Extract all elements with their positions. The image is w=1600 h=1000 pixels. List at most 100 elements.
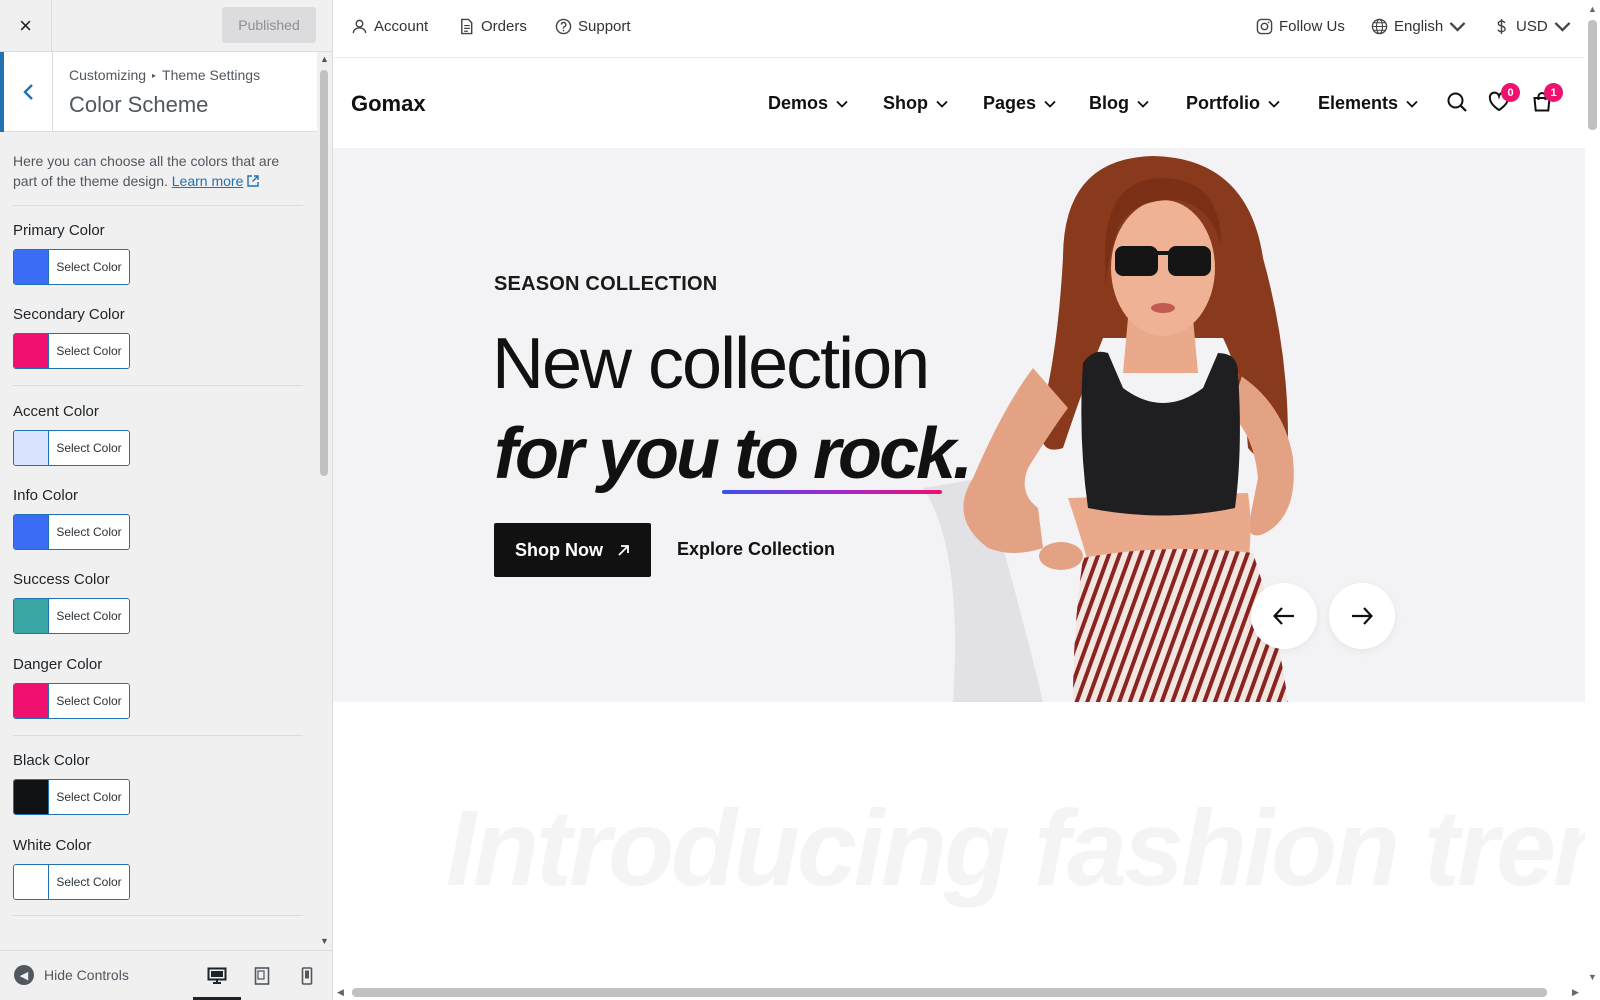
primary-color-picker-button[interactable]: Select Color [13, 249, 130, 285]
control-secondary-color: Secondary Color Select Color [13, 305, 303, 369]
language-label: English [1394, 18, 1444, 35]
accent-color-picker-button[interactable]: Select Color [13, 430, 130, 466]
nav-item-portfolio[interactable]: Portfolio [1186, 93, 1280, 114]
chevron-down-icon [936, 100, 948, 108]
hero-underline-accent [722, 490, 942, 494]
scroll-left-arrow-icon[interactable]: ◀ [337, 987, 344, 998]
control-label: Danger Color [13, 656, 103, 673]
control-accent-color: Accent Color Select Color [13, 402, 303, 466]
account-link[interactable]: Account [351, 18, 428, 35]
color-swatch [14, 250, 49, 284]
nav-label: Shop [883, 93, 928, 113]
breadcrumb: Customizing ▸ Theme Settings [69, 67, 260, 83]
site-preview: Account Orders Support Follow Us English… [333, 0, 1585, 985]
breadcrumb-parent: Theme Settings [162, 67, 261, 83]
color-swatch [14, 431, 49, 465]
control-label: Black Color [13, 752, 90, 769]
scroll-down-arrow-icon[interactable]: ▼ [320, 936, 329, 946]
select-color-label: Select Color [49, 599, 129, 633]
hero-heading-line2: for you to rock. [494, 414, 973, 494]
hide-controls-button[interactable]: ◀ Hide Controls [14, 965, 129, 985]
publish-button[interactable]: Published [222, 7, 316, 43]
control-label: Info Color [13, 487, 79, 504]
chevron-down-icon [1044, 100, 1056, 108]
customizer-panel: × Published Customizing ▸ Theme Settings C… [0, 0, 333, 1000]
success-color-picker-button[interactable]: Select Color [13, 598, 130, 634]
danger-color-picker-button[interactable]: Select Color [13, 683, 130, 719]
info-color-picker-button[interactable]: Select Color [13, 514, 130, 550]
control-black-color: Black Color Select Color [13, 751, 303, 815]
nav-label: Portfolio [1186, 93, 1260, 113]
currency-selector[interactable]: USD [1493, 18, 1571, 35]
nav-item-blog[interactable]: Blog [1089, 93, 1149, 114]
scroll-down-arrow-icon[interactable]: ▼ [1588, 972, 1597, 982]
language-selector[interactable]: English [1371, 18, 1466, 35]
preview-vertical-scrollbar[interactable] [1585, 0, 1600, 985]
instagram-icon [1256, 18, 1273, 35]
help-icon [555, 18, 572, 35]
search-icon[interactable] [1446, 91, 1468, 113]
section-header: Customizing ▸ Theme Settings Color Scheme [0, 52, 317, 132]
select-color-label: Select Color [49, 515, 129, 549]
nav-item-elements[interactable]: Elements [1318, 93, 1418, 114]
white-color-picker-button[interactable]: Select Color [13, 864, 130, 900]
arrow-up-right-icon [618, 544, 629, 556]
select-color-label: Select Color [49, 780, 129, 814]
nav-item-demos[interactable]: Demos [768, 93, 848, 114]
nav-item-shop[interactable]: Shop [883, 93, 948, 114]
mobile-icon[interactable] [294, 963, 320, 989]
hide-controls-label: Hide Controls [44, 967, 129, 983]
learn-more-link[interactable]: Learn more [172, 173, 244, 189]
control-label: Primary Color [13, 222, 105, 239]
customizer-footer: ◀ Hide Controls [0, 950, 332, 1000]
hero-slider: SEASON COLLECTION New collection for you… [333, 148, 1585, 702]
breadcrumb-separator: ▸ [152, 71, 157, 80]
back-icon[interactable] [0, 52, 53, 132]
scroll-right-arrow-icon[interactable]: ▶ [1572, 987, 1579, 998]
color-swatch [14, 334, 49, 368]
black-color-picker-button[interactable]: Select Color [13, 779, 130, 815]
color-swatch [14, 684, 49, 718]
breadcrumb-root: Customizing [69, 67, 147, 83]
chevron-down-icon [1449, 22, 1466, 32]
external-link-icon[interactable] [247, 175, 260, 187]
shop-now-button[interactable]: Shop Now [494, 523, 651, 577]
follow-us-label: Follow Us [1279, 18, 1345, 35]
scroll-up-arrow-icon[interactable]: ▲ [320, 54, 329, 64]
scroll-up-arrow-icon[interactable]: ▲ [1588, 4, 1597, 14]
color-swatch [14, 780, 49, 814]
control-danger-color: Danger Color Select Color [13, 655, 303, 719]
slider-prev-button[interactable] [1251, 583, 1317, 649]
preview-vertical-scroll-thumb[interactable] [1588, 20, 1597, 130]
desktop-icon[interactable] [204, 963, 230, 989]
explore-collection-link[interactable]: Explore Collection [677, 539, 835, 560]
secondary-color-picker-button[interactable]: Select Color [13, 333, 130, 369]
slider-next-button[interactable] [1329, 583, 1395, 649]
site-logo[interactable]: Gomax [351, 91, 426, 117]
panel-scrollbar-thumb[interactable] [320, 70, 328, 476]
chevron-down-icon [836, 100, 848, 108]
follow-us-link[interactable]: Follow Us [1256, 18, 1345, 35]
dollar-icon [1497, 18, 1506, 35]
orders-link[interactable]: Orders [458, 18, 527, 35]
preview-horizontal-scroll-thumb[interactable] [352, 988, 1547, 997]
divider [13, 205, 303, 206]
orders-label: Orders [481, 18, 527, 35]
close-icon[interactable]: × [0, 0, 52, 52]
color-swatch [14, 865, 49, 899]
controls-container: Here you can choose all the colors that … [0, 133, 317, 950]
main-navigation: Gomax Demos Shop Pages Blog Portfolio El… [333, 59, 1585, 148]
tablet-icon[interactable] [249, 963, 275, 989]
color-swatch [14, 515, 49, 549]
customizer-header: × Published [0, 0, 332, 52]
globe-icon [1371, 18, 1388, 35]
select-color-label: Select Color [49, 684, 129, 718]
hero-eyebrow: SEASON COLLECTION [494, 273, 718, 295]
chevron-down-icon [1268, 100, 1280, 108]
wishlist-count-badge: 0 [1501, 83, 1520, 102]
section-description: Here you can choose all the colors that … [13, 151, 303, 191]
support-link[interactable]: Support [555, 18, 631, 35]
nav-item-pages[interactable]: Pages [983, 93, 1056, 114]
control-label: White Color [13, 837, 92, 854]
support-label: Support [578, 18, 631, 35]
